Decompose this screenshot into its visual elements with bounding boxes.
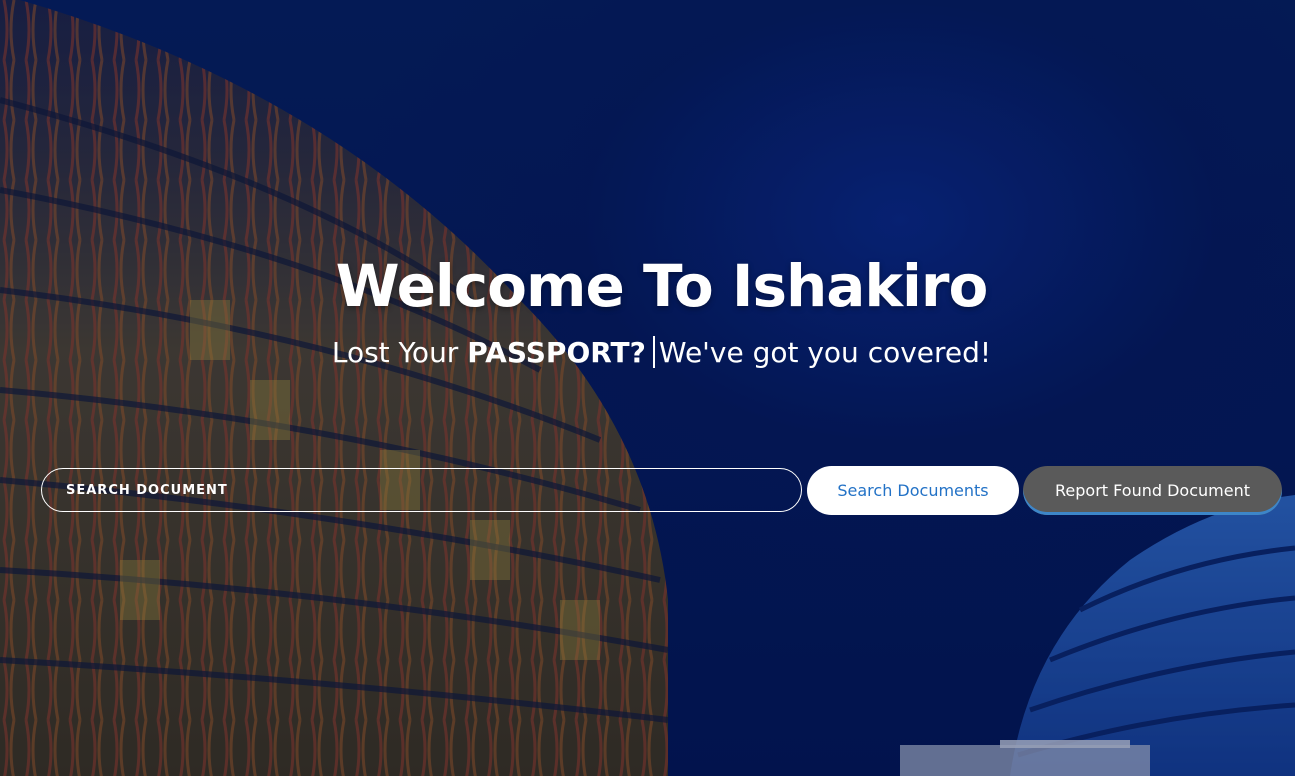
page-title: Welcome To Ishakiro bbox=[335, 252, 989, 320]
hero-subtitle: Lost Your PASSPORT? We've got you covered… bbox=[0, 336, 1295, 369]
search-documents-button[interactable]: Search Documents bbox=[807, 466, 1019, 515]
report-found-document-button[interactable]: Report Found Document bbox=[1023, 466, 1282, 515]
subtitle-lead: Lost Your bbox=[331, 336, 459, 369]
typing-caret bbox=[652, 336, 655, 368]
dark-overlay bbox=[0, 0, 1295, 776]
hero-background bbox=[0, 0, 1295, 776]
subtitle-highlight: PASSPORT? bbox=[467, 336, 646, 369]
subtitle-tail: We've got you covered! bbox=[658, 336, 992, 369]
search-input[interactable] bbox=[41, 468, 802, 512]
